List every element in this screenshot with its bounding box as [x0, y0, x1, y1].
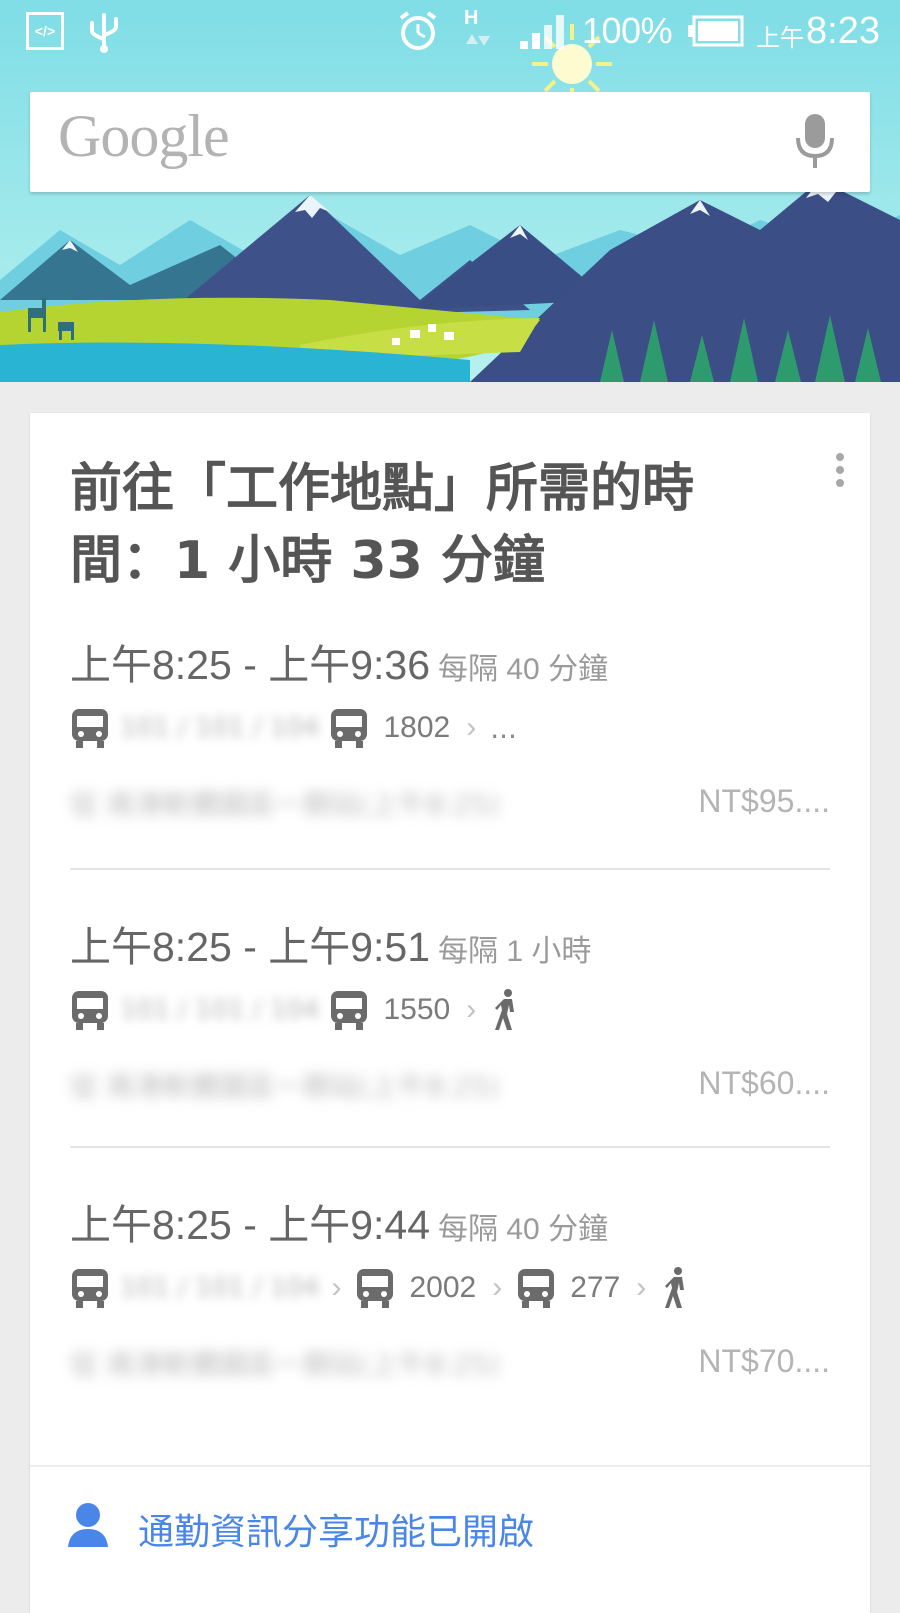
svg-text:H: H — [464, 7, 478, 29]
route-times: 上午8:25 - 上午9:36 每隔 40 分鐘 — [70, 631, 830, 691]
route-legs: 101 / 101 / 104 1550 › — [70, 985, 522, 1035]
battery-icon — [688, 0, 744, 62]
route-frequency: 每隔 1 小時 — [438, 935, 592, 968]
commute-sharing-link[interactable]: 通勤資訊分享功能已開啟 — [138, 1503, 534, 1555]
more-legs-ellipsis: ... — [490, 711, 517, 745]
departure-stop-blurred: 從 南港軟體園區一期站(上午8:25) — [70, 1070, 500, 1103]
walk-icon — [665, 1267, 685, 1308]
route-option[interactable]: 上午8:25 - 上午9:51 每隔 1 小時 101 / 101 / 104 1… — [70, 913, 830, 1103]
bus-line-number: 277 — [570, 1271, 621, 1304]
route-legs: 101 / 101 / 104 › 2002 › 277 › — [70, 1263, 692, 1313]
route-option[interactable]: 上午8:25 - 上午9:44 每隔 40 分鐘 101 / 101 / 104 … — [70, 1191, 830, 1381]
google-logo: Google — [58, 103, 230, 169]
card-title: 前往「工作地點」所需的時間：1 小時 33 分鐘 — [70, 459, 695, 591]
divider — [70, 1146, 830, 1148]
commute-sharing-footer[interactable]: 通勤資訊分享功能已開啟 — [30, 1465, 870, 1607]
route-frequency: 每隔 40 分鐘 — [438, 653, 609, 686]
route-option[interactable]: 上午8:25 - 上午9:36 每隔 40 分鐘 101 / 101 / 104 … — [70, 631, 830, 821]
route-frequency: 每隔 40 分鐘 — [438, 1213, 609, 1246]
chevron-right-icon: › — [331, 1271, 342, 1304]
chevron-right-icon: › — [466, 993, 477, 1026]
bus-line-number: 2002 — [409, 1271, 477, 1304]
bus-icon — [72, 709, 108, 748]
bus-icon — [72, 991, 108, 1030]
mobile-data-icon: H — [460, 0, 496, 62]
person-icon — [66, 1501, 110, 1549]
clock-time: 8:23 — [806, 9, 880, 52]
microphone-icon[interactable] — [790, 110, 840, 174]
chevron-right-icon: › — [466, 711, 477, 744]
route-legs: 101 / 101 / 104 1802 › ... — [70, 703, 517, 753]
fare-price: NT$60.... — [698, 1065, 830, 1101]
route-time-range: 上午8:25 - 上午9:44 — [70, 1202, 431, 1248]
bus-lines-blurred: 101 / 101 / 104 — [120, 1273, 320, 1303]
route-time-range: 上午8:25 - 上午9:36 — [70, 642, 431, 688]
search-bar[interactable]: Google — [30, 92, 870, 192]
divider — [70, 868, 830, 870]
overflow-menu-icon[interactable] — [832, 453, 848, 493]
bus-icon — [357, 1269, 394, 1308]
bus-icon — [518, 1269, 555, 1308]
battery-percentage: 100% — [582, 10, 673, 51]
bus-lines-blurred: 101 / 101 / 104 — [120, 713, 320, 743]
clock: 上午 8:23 — [756, 0, 880, 62]
status-bar: </> H 100% 上午 8:23 — [0, 0, 900, 62]
chevron-right-icon: › — [492, 1271, 503, 1304]
route-detail: 從 南港軟體園區一期站(上午8:25) NT$70.... — [70, 1343, 830, 1383]
bus-lines-blurred: 101 / 101 / 104 — [120, 995, 320, 1025]
fare-price: NT$95.... — [698, 783, 830, 819]
chevron-right-icon: › — [636, 1271, 647, 1304]
clock-ampm: 上午 — [756, 24, 804, 52]
bus-line-number: 1550 — [383, 993, 451, 1026]
departure-stop-blurred: 從 南港軟體園區一期站(上午8:25) — [70, 788, 500, 821]
route-time-range: 上午8:25 - 上午9:51 — [70, 924, 431, 970]
alarm-icon — [396, 0, 440, 62]
departure-stop-blurred: 從 南港軟體園區一期站(上午8:25) — [70, 1348, 500, 1381]
usb-icon — [86, 0, 122, 62]
bus-icon — [72, 1269, 108, 1308]
route-detail: 從 南港軟體園區一期站(上午8:25) NT$60.... — [70, 1065, 830, 1105]
route-times: 上午8:25 - 上午9:44 每隔 40 分鐘 — [70, 1191, 830, 1251]
route-detail: 從 南港軟體園區一期站(上午8:25) NT$95.... — [70, 783, 830, 823]
bus-icon — [331, 709, 368, 748]
bus-line-number: 1802 — [383, 711, 451, 744]
walk-icon — [495, 989, 515, 1030]
developer-mode-icon: </> — [26, 12, 64, 50]
commute-card: 前往「工作地點」所需的時間：1 小時 33 分鐘 上午8:25 - 上午9:36… — [30, 413, 870, 1613]
fare-price: NT$70.... — [698, 1343, 830, 1379]
route-times: 上午8:25 - 上午9:51 每隔 1 小時 — [70, 913, 830, 973]
signal-strength-icon — [518, 0, 574, 62]
bus-icon — [331, 991, 368, 1030]
